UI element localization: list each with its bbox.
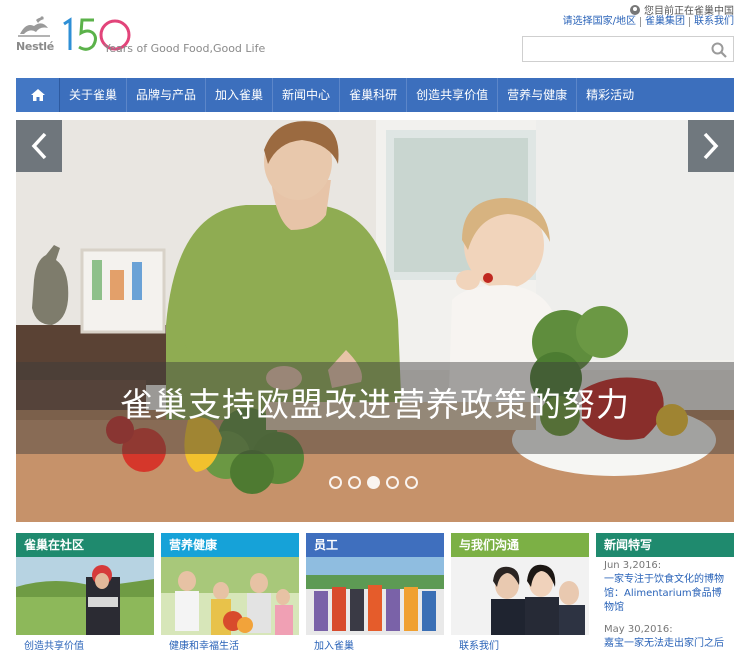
news-date: Jun 3,2016: bbox=[604, 560, 662, 571]
nav-item-about[interactable]: 关于雀巢 bbox=[60, 78, 128, 112]
tile-image-community[interactable] bbox=[16, 557, 154, 635]
select-country-link[interactable]: 请选择国家/地区 bbox=[563, 17, 640, 27]
main-nav: 关于雀巢 品牌与产品 加入雀巢 新闻中心 雀巢科研 创造共享价值 营养与健康 精… bbox=[16, 78, 734, 112]
news-item[interactable]: May 30,2016: 嘉宝一家无法走出家门之后 bbox=[604, 623, 730, 651]
nav-home-button[interactable] bbox=[16, 78, 60, 112]
news-date: May 30,2016: bbox=[604, 624, 673, 635]
contact-us-link[interactable]: 联系我们 bbox=[689, 17, 734, 27]
tile-link-shared-value[interactable]: 创造共享价值 bbox=[16, 637, 154, 651]
carousel-dot-2[interactable] bbox=[348, 476, 361, 489]
news-feature-panel: 新闻特写 Jun 3,2016: 一家专注于饮食文化的博物馆：Alimentar… bbox=[596, 533, 734, 651]
nav-item-nutrition[interactable]: 营养与健康 bbox=[498, 78, 578, 112]
carousel-dot-1[interactable] bbox=[329, 476, 342, 489]
hero-carousel[interactable]: 雀巢支持欧盟改进营养政策的努力 bbox=[16, 120, 734, 522]
nav-item-brands[interactable]: 品牌与产品 bbox=[127, 78, 207, 112]
logo-wordmark: Nestlé bbox=[16, 40, 54, 53]
news-title: 新闻特写 bbox=[596, 533, 734, 557]
anniversary-logo: Years of Good Food,Good Life bbox=[58, 10, 268, 60]
tile-community[interactable]: 雀巢在社区 创造共享价值 bbox=[16, 533, 154, 651]
top-links: 请选择国家/地区 雀巢集团 联系我们 bbox=[563, 17, 734, 27]
news-headline[interactable]: 一家专注于饮食文化的博物馆：Alimentarium食品博物馆 bbox=[604, 573, 730, 615]
nav-item-research[interactable]: 雀巢科研 bbox=[340, 78, 408, 112]
tile-nutrition[interactable]: 营养健康 健康和幸福生活 bbox=[161, 533, 299, 651]
feature-tiles: 雀巢在社区 创造共享价值 营养健康 健康和幸福生活 员工 加入雀巢 与我们沟通 … bbox=[16, 533, 734, 651]
carousel-next-button[interactable] bbox=[688, 120, 734, 172]
tile-link-join-nestle[interactable]: 加入雀巢 bbox=[306, 637, 444, 651]
nestle-group-link[interactable]: 雀巢集团 bbox=[640, 17, 689, 27]
tile-title: 雀巢在社区 bbox=[16, 533, 154, 557]
search-icon[interactable] bbox=[711, 42, 727, 58]
carousel-dot-3[interactable] bbox=[367, 476, 380, 489]
site-header: Nestlé Years of Good Food,Good Life 您目前正… bbox=[0, 0, 750, 78]
hero-caption[interactable]: 雀巢支持欧盟改进营养政策的努力 bbox=[16, 378, 734, 426]
search-box bbox=[522, 36, 734, 62]
nestle-logo[interactable]: Nestlé bbox=[16, 14, 54, 54]
tile-link-contact-us[interactable]: 联系我们 bbox=[451, 637, 589, 651]
news-list: Jun 3,2016: 一家专注于饮食文化的博物馆：Alimentarium食品… bbox=[596, 557, 734, 651]
tile-employees[interactable]: 员工 加入雀巢 bbox=[306, 533, 444, 651]
home-icon bbox=[30, 89, 45, 101]
nest-bird-logo-icon bbox=[18, 16, 50, 37]
nav-item-careers[interactable]: 加入雀巢 bbox=[206, 78, 274, 112]
news-headline[interactable]: 嘉宝一家无法走出家门之后 bbox=[604, 637, 730, 651]
location-indicator: 您目前正在雀巢中国 bbox=[630, 2, 734, 17]
carousel-dots bbox=[329, 476, 418, 489]
nav-item-news[interactable]: 新闻中心 bbox=[273, 78, 341, 112]
tile-title: 员工 bbox=[306, 533, 444, 557]
tile-image-family[interactable] bbox=[161, 557, 299, 635]
tile-contact[interactable]: 与我们沟通 联系我们 bbox=[451, 533, 589, 651]
tile-image-employees[interactable] bbox=[306, 557, 444, 635]
anniversary-tagline: Years of Good Food,Good Life bbox=[104, 42, 266, 55]
news-item[interactable]: Jun 3,2016: 一家专注于饮食文化的博物馆：Alimentarium食品… bbox=[604, 559, 730, 615]
carousel-prev-button[interactable] bbox=[16, 120, 62, 172]
tile-link-healthy-life[interactable]: 健康和幸福生活 bbox=[161, 637, 299, 651]
tile-title: 营养健康 bbox=[161, 533, 299, 557]
chevron-right-icon bbox=[703, 132, 719, 160]
tile-image-call-center[interactable] bbox=[451, 557, 589, 635]
carousel-dot-4[interactable] bbox=[386, 476, 399, 489]
carousel-dot-5[interactable] bbox=[405, 476, 418, 489]
nav-item-shared-value[interactable]: 创造共享价值 bbox=[407, 78, 499, 112]
location-text: 您目前正在雀巢中国 bbox=[644, 6, 734, 17]
location-globe-icon bbox=[630, 4, 640, 15]
chevron-left-icon bbox=[31, 132, 47, 160]
hero-photo-kitchen-scene bbox=[16, 120, 734, 522]
tile-title: 与我们沟通 bbox=[451, 533, 589, 557]
nav-item-events[interactable]: 精彩活动 bbox=[577, 78, 643, 112]
search-input[interactable] bbox=[523, 37, 703, 61]
